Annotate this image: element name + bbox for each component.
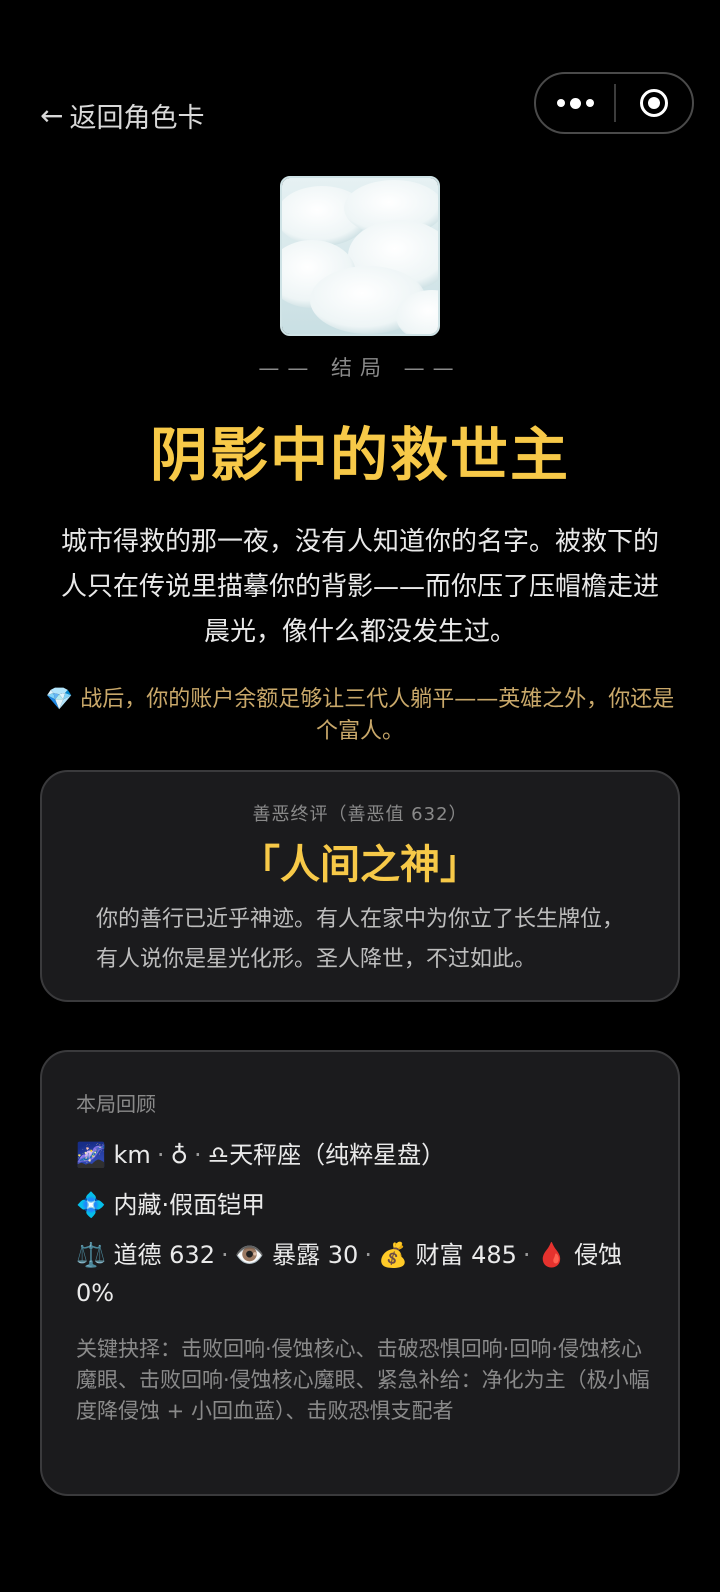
- more-dot-icon: [569, 97, 581, 109]
- clouds-illustration: [282, 178, 438, 334]
- verdict-text: 你的善行已近乎神迹。有人在家中为你立了长生牌位，有人说你是星光化形。圣人降世，不…: [96, 907, 625, 972]
- separator-dot: ·: [156, 1141, 165, 1169]
- back-label: 返回角色卡: [69, 103, 205, 134]
- back-to-character-card-link[interactable]: ← 返回角色卡: [40, 96, 204, 135]
- stats-line: ⚖️ 道德 632 · 👁️ 暴露 30 · 💰 财富 485 · 🩸 侵蚀 0%: [76, 1236, 646, 1312]
- trait-text: 内藏·假面铠甲: [113, 1191, 266, 1219]
- ending-cloud-image: [280, 176, 440, 336]
- galaxy-icon: 🌌: [76, 1141, 106, 1169]
- mini-program-capsule: [534, 72, 694, 134]
- separator-dot: ·: [220, 1241, 229, 1269]
- blood-drop-icon: 🩸: [536, 1241, 567, 1269]
- verdict-subtitle: 善恶终评（善恶值 632）: [252, 804, 468, 825]
- player-name: km: [113, 1141, 151, 1169]
- diamond-icon: 💠: [76, 1191, 106, 1219]
- morality-stat: 道德 632: [113, 1241, 215, 1269]
- verdict-name: 「人间之神」: [240, 842, 480, 888]
- wealth-note: 💎 战后，你的账户余额足够让三代人躺平——英雄之外，你还是个富人。: [40, 684, 680, 748]
- close-mini-program-button[interactable]: [616, 74, 692, 132]
- wealth-note-text: 战后，你的账户余额足够让三代人躺平——英雄之外，你还是个富人。: [80, 687, 675, 744]
- game-review-card: 本局回顾 🌌 km · ♁ · ♎天秤座（纯粹星盘） 💠 内藏·假面铠甲 ⚖️ 道德 6…: [40, 1050, 680, 1496]
- eye-icon: 👁️: [234, 1241, 265, 1269]
- more-dot-icon: [556, 99, 565, 107]
- identity-line: 🌌 km · ♁ · ♎天秤座（纯粹星盘）: [76, 1136, 646, 1174]
- more-options-button[interactable]: [536, 74, 614, 132]
- ending-label: —— 结局 ——: [258, 356, 462, 380]
- trait-line: 💠 内藏·假面铠甲: [76, 1186, 646, 1224]
- money-bag-icon: 💰: [377, 1241, 408, 1269]
- ending-description: 城市得救的那一夜，没有人知道你的名字。被救下的人只在传说里描摹你的背影——而你压…: [60, 527, 659, 647]
- arrow-left-icon: ←: [40, 98, 64, 132]
- zodiac-sign: 天秤座（纯粹星盘）: [229, 1141, 446, 1169]
- gem-icon: 💎: [45, 687, 74, 712]
- scales-icon: ⚖️: [76, 1241, 106, 1269]
- wealth-stat: 财富 485: [415, 1241, 517, 1269]
- key-choices-text: 关键抉择：击败回响·侵蚀核心、击破恐惧回响·回响·侵蚀核心魔眼、击败回响·侵蚀核…: [76, 1337, 650, 1423]
- separator-dot: ·: [194, 1141, 202, 1169]
- gender-symbol: ♁: [170, 1141, 189, 1169]
- exposure-stat: 暴露 30: [272, 1241, 359, 1269]
- review-heading: 本局回顾: [76, 1092, 156, 1116]
- target-circle-icon: [640, 89, 668, 117]
- more-dot-icon: [585, 99, 594, 107]
- separator-dot: ·: [364, 1241, 372, 1269]
- separator-dot: ·: [522, 1241, 531, 1269]
- morality-verdict-card: 善恶终评（善恶值 632） 「人间之神」 你的善行已近乎神迹。有人在家中为你立了…: [40, 770, 680, 1002]
- ending-title: 阴影中的救世主: [149, 421, 570, 489]
- libra-icon: ♎: [207, 1141, 230, 1169]
